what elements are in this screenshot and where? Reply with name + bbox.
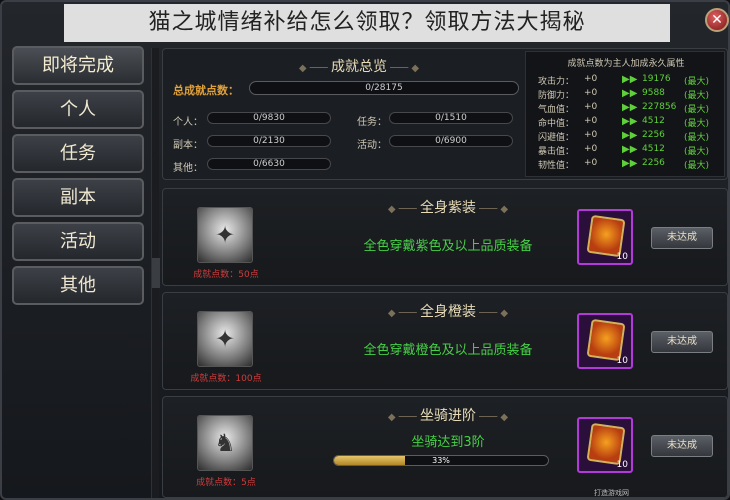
achievement-window: 猫之城情绪补给怎么领取？领取方法大揭秘 ✕ 即将完成 个人 任务 副本 活动 其… — [0, 0, 730, 500]
attr-row-toughness: 韧性值： +0 ▶▶ 2256 (最大) — [538, 158, 710, 171]
stat-label-tasks: 任务： — [357, 117, 387, 128]
attr-row-defense: 防御力： +0 ▶▶ 9588 (最大) — [538, 88, 710, 101]
achievement-points: 成就点数：50点 — [193, 270, 259, 280]
watermark: 打造游戏网 — [594, 489, 629, 497]
achievement-description: 坐骑达到3阶 — [411, 435, 485, 450]
stat-label-other: 其他： — [173, 163, 203, 174]
achievement-title: ◆ ─── 全身橙装 ─── ◆ — [387, 304, 509, 320]
close-button[interactable]: ✕ — [705, 8, 729, 32]
sidebar-item-events[interactable]: 活动 — [12, 222, 144, 261]
reward-count: 10 — [616, 252, 628, 262]
stat-bar-dungeon: 0/2130 — [207, 135, 331, 147]
arrow-right-icon: ▶▶ — [622, 144, 638, 155]
scrollbar-thumb[interactable] — [152, 258, 160, 288]
summary-title: ◆ ─── 成就总览 ─── ◆ — [298, 59, 420, 75]
arrow-right-icon: ▶▶ — [622, 74, 638, 85]
achievement-card: ◆ ─── 全身紫装 ─── ◆ ✦ 成就点数：50点 全色穿戴紫色及以上品质装… — [162, 188, 728, 286]
reward-item[interactable]: 10 — [577, 313, 633, 369]
page-title: 猫之城情绪补给怎么领取？领取方法大揭秘 — [64, 4, 670, 42]
attr-row-hp: 气血值： +0 ▶▶ 227856 (最大) — [538, 102, 710, 115]
stat-bar-other: 0/6630 — [207, 158, 331, 170]
attr-row-crit: 暴击值： +0 ▶▶ 4512 (最大) — [538, 144, 710, 157]
achievement-description: 全色穿戴橙色及以上品质装备 — [363, 343, 533, 358]
total-points-bar: 0/28175 — [249, 81, 519, 95]
reward-item[interactable]: 10 — [577, 417, 633, 473]
scrollbar[interactable] — [151, 48, 160, 498]
achievement-points: 成就点数：100点 — [190, 374, 262, 384]
reward-card-icon — [586, 422, 626, 466]
arrow-right-icon: ▶▶ — [622, 88, 638, 99]
achievement-description: 全色穿戴紫色及以上品质装备 — [363, 239, 533, 254]
stat-label-dungeon: 副本： — [173, 140, 203, 151]
claim-status-button[interactable]: 未达成 — [651, 435, 713, 457]
arrow-right-icon: ▶▶ — [622, 102, 638, 113]
sidebar-item-almost-done[interactable]: 即将完成 — [12, 46, 144, 85]
reward-count: 10 — [616, 356, 628, 366]
arrow-right-icon: ▶▶ — [622, 158, 638, 169]
achievement-badge-icon: ♞ — [197, 415, 253, 471]
sidebar-item-dungeon[interactable]: 副本 — [12, 178, 144, 217]
achievement-badge-icon: ✦ — [197, 311, 253, 367]
attribute-bonus-title: 成就点数为主人加成永久属性 — [567, 59, 685, 69]
claim-status-button[interactable]: 未达成 — [651, 331, 713, 353]
stat-bar-tasks: 0/1510 — [389, 112, 513, 124]
arrow-right-icon: ▶▶ — [622, 116, 638, 127]
reward-count: 10 — [616, 460, 628, 470]
sidebar-item-tasks[interactable]: 任务 — [12, 134, 144, 173]
sidebar: 即将完成 个人 任务 副本 活动 其他 — [12, 46, 148, 310]
claim-status-button[interactable]: 未达成 — [651, 227, 713, 249]
achievement-summary-panel: ◆ ─── 成就总览 ─── ◆ 总成就点数： 0/28175 个人： 0/98… — [162, 48, 728, 180]
achievement-points: 成就点数：5点 — [196, 478, 256, 488]
attribute-bonus-box: 成就点数为主人加成永久属性 攻击力： +0 ▶▶ 19176 (最大) 防御力： +0 ▶▶… — [525, 51, 725, 177]
reward-item[interactable]: 10 — [577, 209, 633, 265]
achievement-title: ◆ ─── 全身紫装 ─── ◆ — [387, 200, 509, 216]
total-points-label: 总成就点数： — [173, 84, 239, 97]
sidebar-item-other[interactable]: 其他 — [12, 266, 144, 305]
stat-label-events: 活动： — [357, 140, 387, 151]
achievement-badge-icon: ✦ — [197, 207, 253, 263]
stat-bar-events: 0/6900 — [389, 135, 513, 147]
achievement-progress-bar: 33% — [333, 455, 549, 466]
attr-row-dodge: 闪避值： +0 ▶▶ 2256 (最大) — [538, 130, 710, 143]
attr-row-attack: 攻击力： +0 ▶▶ 19176 (最大) — [538, 74, 710, 87]
achievement-title: ◆ ─── 坐骑进阶 ─── ◆ — [387, 408, 509, 424]
achievement-card: ◆ ─── 全身橙装 ─── ◆ ✦ 成就点数：100点 全色穿戴橙色及以上品质… — [162, 292, 728, 390]
attr-row-hit: 命中值： +0 ▶▶ 4512 (最大) — [538, 116, 710, 129]
arrow-right-icon: ▶▶ — [622, 130, 638, 141]
reward-card-icon — [586, 214, 626, 258]
reward-card-icon — [586, 318, 626, 362]
sidebar-item-personal[interactable]: 个人 — [12, 90, 144, 129]
stat-bar-personal: 0/9830 — [207, 112, 331, 124]
achievement-card: ◆ ─── 坐骑进阶 ─── ◆ ♞ 成就点数：5点 坐骑达到3阶 33% 10… — [162, 396, 728, 498]
progress-text: 33% — [432, 456, 450, 465]
stat-label-personal: 个人： — [173, 117, 203, 128]
